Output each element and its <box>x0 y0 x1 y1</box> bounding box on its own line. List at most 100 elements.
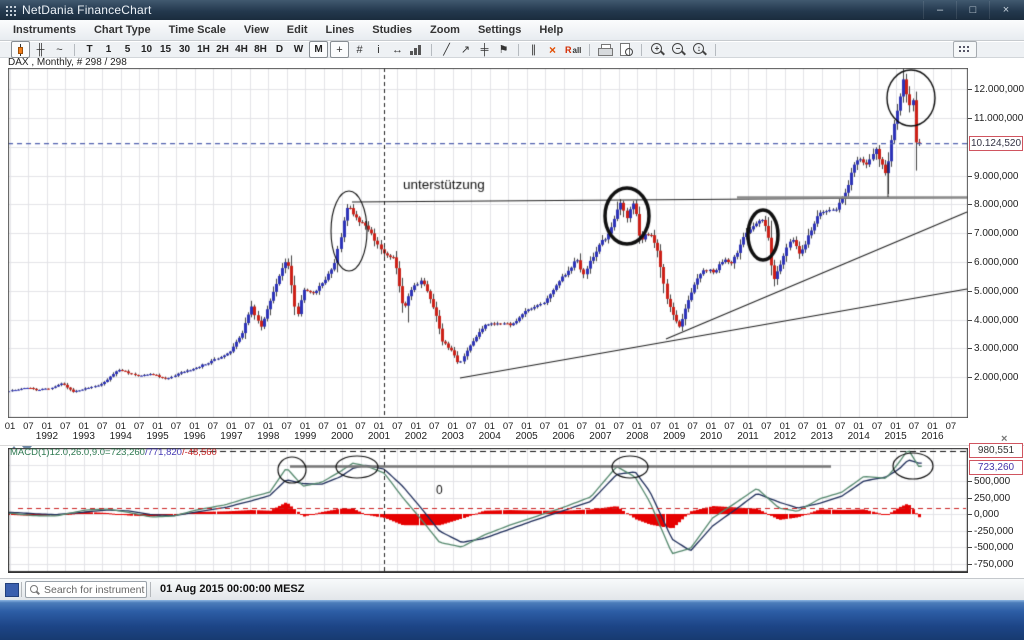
timeframe-t-button[interactable]: T <box>81 42 98 57</box>
year-tick-label: 1996 <box>180 431 210 442</box>
timeframe-8h-button[interactable]: 8H <box>252 42 269 57</box>
separator <box>150 582 151 597</box>
timeframe-1-button[interactable]: 1 <box>100 42 117 57</box>
timeframe-30-button[interactable]: 30 <box>176 42 193 57</box>
macd-tick <box>968 547 972 548</box>
menu-instruments[interactable]: Instruments <box>4 20 85 41</box>
year-tick-label: 2004 <box>475 431 505 442</box>
delete-lines-button[interactable]: × <box>544 42 561 57</box>
menu-view[interactable]: View <box>235 20 278 41</box>
line-chart-button[interactable]: ~ <box>51 42 68 57</box>
timeframe-10-button[interactable]: 10 <box>138 42 155 57</box>
year-tick-label: 2013 <box>807 431 837 442</box>
price-tick-label: 7.000,000 <box>974 228 1019 239</box>
year-tick-label: 2016 <box>918 431 948 442</box>
menu-settings[interactable]: Settings <box>469 20 530 41</box>
toolbar-separator <box>589 44 590 56</box>
search-icon <box>30 585 40 595</box>
zoom-out-button[interactable]: − <box>669 42 688 57</box>
macd-tick-label: -750,000 <box>974 559 1013 570</box>
trendline-tool-button[interactable]: ╱ <box>438 42 455 57</box>
macd-tick-label: 0,000 <box>974 509 999 520</box>
year-tick-label: 1997 <box>216 431 246 442</box>
fibonacci-tool-button[interactable]: ╪ <box>476 42 493 57</box>
macd-tick-label: 500,000 <box>974 476 1010 487</box>
menu-help[interactable]: Help <box>530 20 572 41</box>
year-tick-label: 2003 <box>438 431 468 442</box>
price-tick <box>968 377 972 378</box>
arrow-tool-button[interactable]: ↗ <box>457 42 474 57</box>
timeframe-d-button[interactable]: D <box>271 42 288 57</box>
current-price-box: 10.124,520 <box>969 136 1023 151</box>
maximize-button[interactable]: □ <box>956 1 989 19</box>
status-indicator-icon <box>5 583 19 597</box>
price-tick <box>968 89 972 90</box>
menu-chart-type[interactable]: Chart Type <box>85 20 160 41</box>
zoom-reset-button[interactable]: ↕ <box>690 42 709 57</box>
print-button[interactable] <box>596 42 615 57</box>
menu-lines[interactable]: Lines <box>317 20 364 41</box>
toolbar-separator <box>641 44 642 56</box>
zoom-in-button[interactable]: + <box>648 42 667 57</box>
timeframe-m-button[interactable]: M <box>309 41 328 58</box>
toolbar-separator <box>431 44 432 56</box>
minimize-button[interactable]: – <box>923 1 956 19</box>
price-tick-label: 8.000,000 <box>974 199 1019 210</box>
timeframe-4h-button[interactable]: 4H <box>233 42 250 57</box>
year-tick-label: 2011 <box>733 431 763 442</box>
price-tick <box>968 348 972 349</box>
candlestick-chart-button[interactable] <box>11 41 30 58</box>
year-tick-label: 2012 <box>770 431 800 442</box>
scroll-arrows-button[interactable]: ↔ <box>389 42 406 57</box>
flag-tool-button[interactable]: ⚑ <box>495 42 512 57</box>
price-tick-label: 12.000,000 <box>974 84 1024 95</box>
year-tick-label: 2009 <box>659 431 689 442</box>
macd-tick <box>968 531 972 532</box>
price-tick-label: 3.000,000 <box>974 343 1019 354</box>
crosshair-button[interactable]: + <box>330 41 349 58</box>
volume-button[interactable] <box>408 42 425 57</box>
menu-zoom[interactable]: Zoom <box>421 20 469 41</box>
year-tick-label: 1995 <box>143 431 173 442</box>
price-tick <box>968 320 972 321</box>
date-axis: 0107010719920107199301071994010719950107… <box>0 418 1024 445</box>
year-tick-label: 1999 <box>290 431 320 442</box>
macd-chart-canvas[interactable] <box>8 448 968 573</box>
year-tick-label: 2000 <box>327 431 357 442</box>
grid-button[interactable]: # <box>351 42 368 57</box>
timeframe-5-button[interactable]: 5 <box>119 42 136 57</box>
show-all-lines-button[interactable]: Rall <box>563 42 583 57</box>
search-placeholder: Search for instrument <box>44 584 144 596</box>
main-chart-canvas[interactable] <box>8 68 968 418</box>
year-tick-label: 2010 <box>696 431 726 442</box>
price-tick-label: 5.000,000 <box>974 286 1019 297</box>
year-tick-label: 2008 <box>622 431 652 442</box>
close-button[interactable]: × <box>989 1 1022 19</box>
year-tick-label: 2014 <box>844 431 874 442</box>
macd-axis: 980,551723,260500,000250,0000,000-250,00… <box>968 440 1024 578</box>
year-tick-label: 2007 <box>585 431 615 442</box>
year-tick-label: 2001 <box>364 431 394 442</box>
macd-value: 723,260 <box>111 447 145 458</box>
parallel-lines-button[interactable]: ∥ <box>525 42 542 57</box>
timeframe-1h-button[interactable]: 1H <box>195 42 212 57</box>
timeframe-15-button[interactable]: 15 <box>157 42 174 57</box>
panel-layout-icon[interactable] <box>953 41 977 58</box>
window-controls: – □ × <box>923 0 1022 20</box>
print-preview-button[interactable] <box>617 42 635 57</box>
app-icon <box>5 5 16 16</box>
timeframe-2h-button[interactable]: 2H <box>214 42 231 57</box>
macd-study-label: MACD(1)12.0,26.0,9.0=723,260/771,820/-48… <box>10 447 217 458</box>
menu-studies[interactable]: Studies <box>363 20 421 41</box>
ohlc-chart-button[interactable]: ╫ <box>32 42 49 57</box>
price-tick-label: 2.000,000 <box>974 372 1019 383</box>
year-tick-label: 2006 <box>549 431 579 442</box>
menu-time-scale[interactable]: Time Scale <box>160 20 235 41</box>
separator <box>21 582 22 597</box>
search-input[interactable]: Search for instrument <box>25 581 147 598</box>
info-button[interactable]: i <box>370 42 387 57</box>
menu-edit[interactable]: Edit <box>278 20 317 41</box>
timeframe-w-button[interactable]: W <box>290 42 307 57</box>
price-tick <box>968 233 972 234</box>
taskbar: ▲ ⚑ 22:14 21.08.2015 ✂eW <box>0 600 1024 640</box>
